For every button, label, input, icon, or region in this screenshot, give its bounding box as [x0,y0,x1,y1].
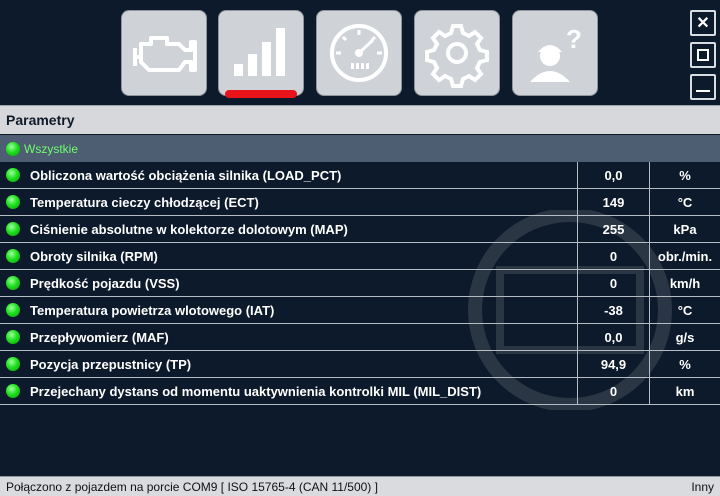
section-title: Parametry [0,105,720,134]
param-value: 0 [578,378,650,404]
gauge-button[interactable] [316,10,402,96]
param-name: Temperatura cieczy chłodzącej (ECT) [30,194,259,210]
status-bar: Połączono z pojazdem na porcie COM9 [ IS… [0,476,720,496]
table-row[interactable]: Temperatura cieczy chłodzącej (ECT) 149 °C [0,189,720,216]
param-name-cell: Pozycja przepustnicy (TP) [0,351,578,377]
table-row[interactable]: Przepływomierz (MAF) 0,0 g/s [0,324,720,351]
status-dot-icon [6,168,20,182]
group-all-row[interactable]: Wszystkie [0,135,720,162]
minimize-button[interactable] [690,74,716,100]
param-value: 149 [578,189,650,215]
param-unit: km/h [669,275,701,291]
param-value: 0,0 [578,162,650,188]
table-row[interactable]: Obroty silnika (RPM) 0 obr./min. [0,243,720,270]
table-row[interactable]: Pozycja przepustnicy (TP) 94,9% [0,351,720,378]
engine-icon [133,36,197,72]
help-button[interactable]: ? [512,10,598,96]
param-name-cell: Obliczona wartość obciążenia silnika (LO… [0,162,578,188]
param-name-cell: Temperatura cieczy chłodzącej (ECT) [0,189,578,215]
param-name-cell: Prędkość pojazdu (VSS) [0,270,578,296]
param-value: 0,0 [578,324,650,350]
param-name: Ciśnienie absolutne w kolektorze dolotow… [30,221,348,237]
param-name: Prędkość pojazdu (VSS) [30,275,180,291]
gauge-icon [330,24,388,82]
parameters-table: Obliczona wartość obciążenia silnika (LO… [0,162,720,405]
maximize-icon [697,49,709,61]
param-unit: obr./min. [657,248,713,264]
param-name-cell: Przejechany dystans od momentu uaktywnie… [0,378,578,404]
param-name: Pozycja przepustnicy (TP) [30,356,192,372]
param-value: 94,9 [578,351,650,377]
table-row[interactable]: Przejechany dystans od momentu uaktywnie… [0,378,720,405]
close-icon: ✕ [696,15,710,32]
status-dot-icon [6,141,20,156]
param-unit: % [679,167,691,183]
param-unit: °C [677,302,693,318]
signal-bars-icon [234,28,285,76]
gear-icon [425,24,489,88]
status-dot-icon [6,276,20,290]
param-unit: °C [677,194,693,210]
table-row[interactable]: Obliczona wartość obciążenia silnika (LO… [0,162,720,189]
param-name: Obliczona wartość obciążenia silnika (LO… [30,167,342,183]
status-dot-icon [6,195,20,209]
param-unit: g/s [675,329,695,345]
table-row[interactable]: Ciśnienie absolutne w kolektorze dolotow… [0,216,720,243]
status-dot-icon [6,357,20,371]
minimize-icon [696,90,710,92]
status-dot-icon [6,384,20,398]
table-row[interactable]: Prędkość pojazdu (VSS) 0 km/h [0,270,720,297]
param-name: Przejechany dystans od momentu uaktywnie… [30,383,482,399]
param-unit: km [675,383,695,399]
status-dot-icon [6,222,20,236]
param-value: 0 [578,270,650,296]
param-unit: kPa [673,221,697,237]
param-value: -38 [578,297,650,323]
param-value: 0 [578,243,650,269]
parameters-button[interactable] [218,10,304,98]
param-name-cell: Obroty silnika (RPM) [0,243,578,269]
svg-text:?: ? [566,24,582,54]
status-right: Inny [691,479,714,494]
engine-diagnostics-button[interactable] [121,10,207,96]
settings-button[interactable] [414,10,500,96]
table-row[interactable]: Temperatura powietrza wlotowego (IAT) -38… [0,297,720,324]
connection-status: Połączono z pojazdem na porcie COM9 [ IS… [6,479,378,494]
param-name: Temperatura powietrza wlotowego (IAT) [30,302,275,318]
param-unit: % [679,356,691,372]
status-dot-icon [6,330,20,344]
status-dot-icon [6,249,20,263]
status-dot-icon [6,303,20,317]
param-name: Obroty silnika (RPM) [30,248,158,264]
param-name-cell: Ciśnienie absolutne w kolektorze dolotow… [0,216,578,242]
param-name: Przepływomierz (MAF) [30,329,169,345]
param-value: 255 [578,216,650,242]
user-help-icon: ? [530,24,582,82]
toolbar: ? ✕ [0,0,720,104]
close-button[interactable]: ✕ [690,10,716,36]
group-label: Wszystkie [24,141,78,156]
maximize-button[interactable] [690,42,716,68]
param-name-cell: Przepływomierz (MAF) [0,324,578,350]
param-name-cell: Temperatura powietrza wlotowego (IAT) [0,297,578,323]
